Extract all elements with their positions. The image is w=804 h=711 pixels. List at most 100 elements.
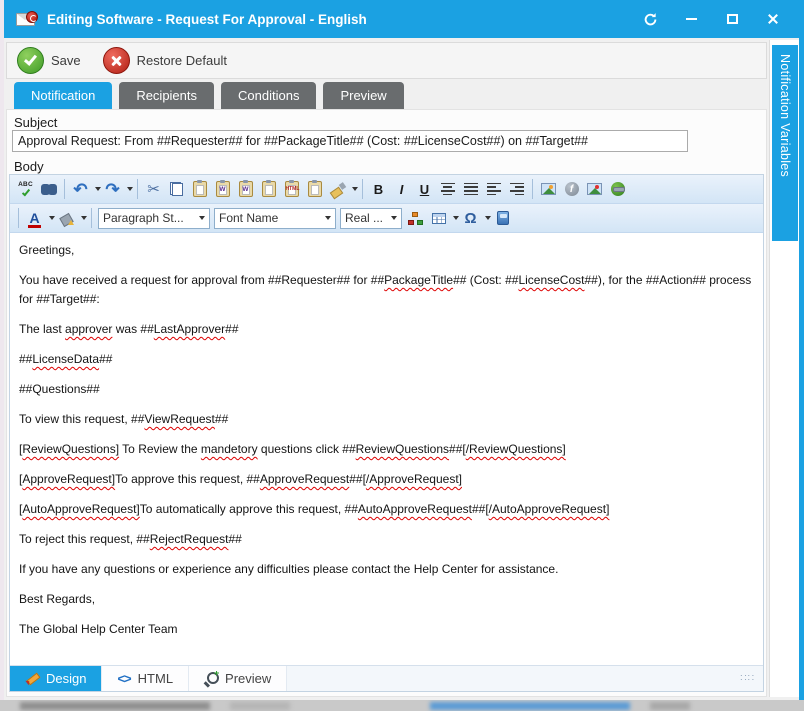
- body-line: [ReviewQuestions] To Review the mandetor…: [19, 440, 754, 459]
- chevron-down-icon: [199, 216, 205, 220]
- body-text-segment: ##Questions##: [19, 382, 100, 396]
- body-line: To reject this request, ##RejectRequest#…: [19, 530, 754, 549]
- align-center-button[interactable]: [436, 178, 459, 201]
- tab-notification[interactable]: Notification: [14, 82, 112, 109]
- tab-recipients[interactable]: Recipients: [119, 82, 214, 109]
- save-button[interactable]: Save: [17, 47, 81, 74]
- align-right-button[interactable]: [505, 178, 528, 201]
- main-tabs: Notification Recipients Conditions Previ…: [14, 82, 404, 109]
- flash-icon: f: [565, 182, 579, 196]
- chevron-down-icon: [325, 216, 331, 220]
- paste-plain-text-button[interactable]: [257, 178, 280, 201]
- body-text-segment: ##: [99, 352, 112, 366]
- background-color-dropdown-arrow[interactable]: [81, 216, 87, 220]
- cut-button[interactable]: ✂: [142, 178, 165, 201]
- underline-button[interactable]: U: [413, 178, 436, 201]
- scissors-icon: ✂: [147, 180, 160, 198]
- media-manager-button[interactable]: [583, 178, 606, 201]
- screen: Editing Software - Request For Approval …: [0, 0, 804, 711]
- body-text-segment: To approve this request, ##: [115, 472, 260, 486]
- hyperlink-manager-button[interactable]: [606, 178, 629, 201]
- notification-variables-tab[interactable]: Notification Variables: [772, 45, 798, 241]
- resize-grip[interactable]: ∷∷: [740, 673, 755, 684]
- body-line: Best Regards,: [19, 590, 754, 609]
- misspelled-word: /ApproveRequest]: [366, 472, 462, 486]
- tab-conditions[interactable]: Conditions: [221, 82, 316, 109]
- image-manager-button[interactable]: [537, 178, 560, 201]
- undo-button[interactable]: ↶: [69, 178, 92, 201]
- body-text-segment: ## (Cost: ##: [453, 273, 518, 287]
- app-mail-icon: [16, 11, 38, 28]
- paragraph-style-select[interactable]: Paragraph St...: [98, 208, 210, 229]
- close-button[interactable]: [759, 7, 787, 31]
- body-line: Greetings,: [19, 241, 754, 260]
- tab-preview[interactable]: Preview: [323, 82, 403, 109]
- font-size-select[interactable]: Real ...: [340, 208, 402, 229]
- bold-button[interactable]: B: [367, 178, 390, 201]
- table-icon: [432, 213, 446, 224]
- desktop-background-strip: [0, 700, 804, 711]
- preview-tab[interactable]: Preview: [189, 666, 287, 691]
- paste-plain-text-icon: [262, 181, 276, 197]
- paste-as-html-button[interactable]: HTML: [280, 178, 303, 201]
- flash-manager-button[interactable]: f: [560, 178, 583, 201]
- paint-bucket-icon: [60, 212, 74, 225]
- paste-button[interactable]: [188, 178, 211, 201]
- font-name-select[interactable]: Font Name: [214, 208, 336, 229]
- paste-icon: [193, 181, 207, 197]
- maximize-icon: [727, 14, 738, 24]
- body-text-segment: The Global Help Center Team: [19, 622, 178, 636]
- misspelled-word: ApproveRequest]: [22, 472, 115, 486]
- design-tab[interactable]: Design: [10, 666, 102, 691]
- close-icon: [767, 13, 779, 25]
- refresh-button[interactable]: [636, 7, 664, 31]
- paste-html-button[interactable]: [303, 178, 326, 201]
- body-line: [ApproveRequest]To approve this request,…: [19, 470, 754, 489]
- redo-icon: ↷: [105, 181, 119, 198]
- copy-button[interactable]: [165, 178, 188, 201]
- misspelled-word: approver: [65, 322, 112, 336]
- redo-dropdown-arrow[interactable]: [127, 187, 133, 191]
- maximize-button[interactable]: [718, 7, 746, 31]
- toolbar-separator: [362, 179, 363, 199]
- hyperlink-globe-icon: [611, 182, 625, 196]
- format-stripper-dropdown-arrow[interactable]: [352, 187, 358, 191]
- body-line: ##LicenseData##: [19, 350, 754, 369]
- paste-html-icon: [308, 181, 322, 197]
- spellcheck-button[interactable]: ABC: [14, 178, 37, 201]
- justify-button[interactable]: [459, 178, 482, 201]
- toolbar-separator: [18, 208, 19, 228]
- minimize-button[interactable]: [677, 7, 705, 31]
- align-left-button[interactable]: [482, 178, 505, 201]
- find-button[interactable]: [37, 178, 60, 201]
- format-stripper-button[interactable]: [326, 178, 349, 201]
- underline-icon: U: [420, 182, 429, 197]
- copy-icon: [170, 182, 183, 196]
- body-text-segment: Best Regards,: [19, 592, 95, 606]
- body-text-segment: To automatically approve this request, #…: [140, 502, 358, 516]
- restore-default-button[interactable]: Restore Default: [103, 47, 227, 74]
- insert-symbol-button[interactable]: Ω: [459, 207, 482, 230]
- body-text-segment: questions click ##: [258, 442, 356, 456]
- body-text-segment: To Review the: [119, 442, 201, 456]
- document-manager-button[interactable]: [491, 207, 514, 230]
- insert-table-button[interactable]: [427, 207, 450, 230]
- html-tab[interactable]: <>HTML: [102, 666, 189, 691]
- body-line: To view this request, ##ViewRequest##: [19, 410, 754, 429]
- misspelled-word: PackageTitle: [384, 273, 453, 287]
- editor-body[interactable]: Greetings, You have received a request f…: [10, 234, 763, 665]
- chevron-down-icon: [391, 216, 397, 220]
- module-manager-button[interactable]: [404, 207, 427, 230]
- misspelled-word: LastApprover: [154, 322, 225, 336]
- window-controls: [636, 7, 787, 31]
- italic-button[interactable]: I: [390, 178, 413, 201]
- paste-from-word-strip-button[interactable]: W: [234, 178, 257, 201]
- redo-button[interactable]: ↷: [101, 178, 124, 201]
- subject-input[interactable]: [12, 130, 688, 152]
- body-text-segment: The last: [19, 322, 65, 336]
- background-color-button[interactable]: [55, 207, 78, 230]
- foreground-color-button[interactable]: A: [23, 207, 46, 230]
- toolbar-separator: [532, 179, 533, 199]
- paste-from-word-button[interactable]: W: [211, 178, 234, 201]
- body-text-segment: Greetings,: [19, 243, 74, 257]
